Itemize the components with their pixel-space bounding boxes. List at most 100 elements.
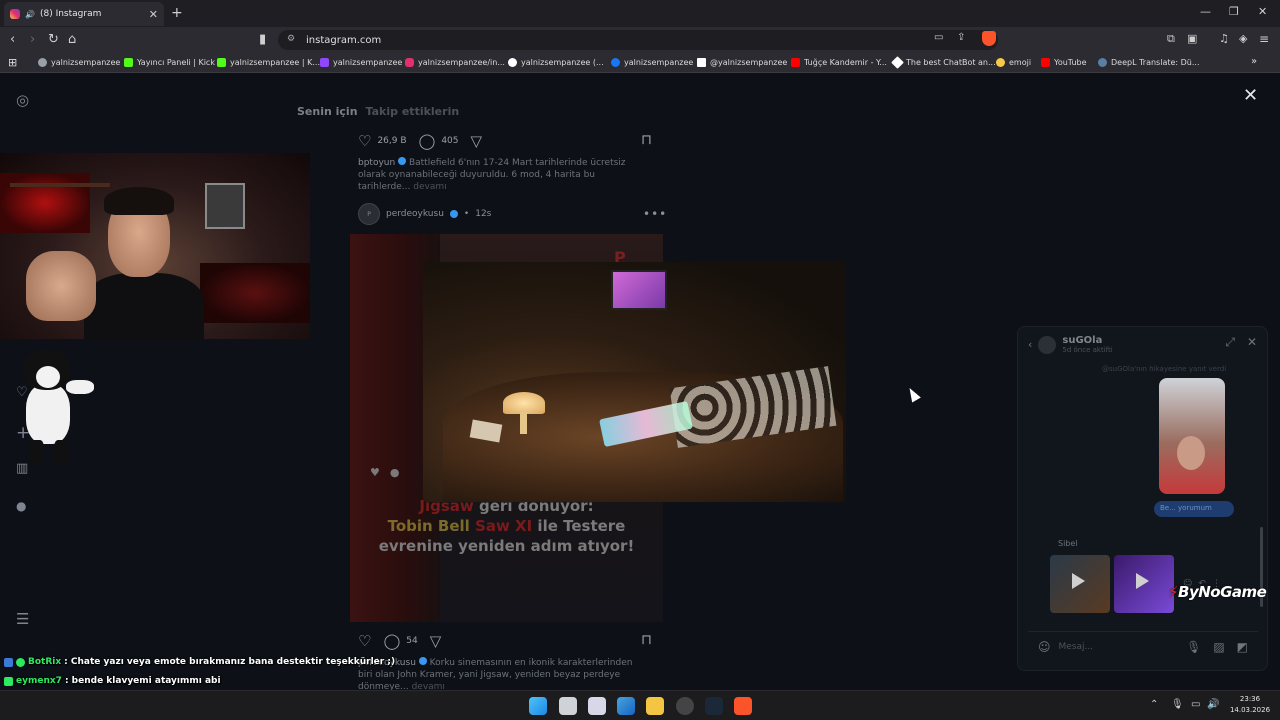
comment-icon[interactable]: ◯ bbox=[419, 132, 436, 150]
home-icon[interactable]: ⌂ bbox=[68, 32, 76, 47]
apps-grid-icon[interactable]: ⊞ bbox=[8, 56, 17, 69]
message-bubble: Be... yorumum bbox=[1154, 501, 1234, 517]
menu-icon[interactable]: ≡ bbox=[1259, 32, 1269, 46]
streamer-body bbox=[84, 273, 204, 339]
vpn-icon[interactable]: ◈ bbox=[1239, 32, 1247, 45]
instagram-page: ◎ ♡ + ▥ ● ☰ Senin için Takip ettiklerin … bbox=[0, 73, 1280, 690]
tab-instagram[interactable]: 🔊 (8) Instagram ✕ bbox=[4, 2, 164, 26]
close-window-icon[interactable]: ✕ bbox=[1258, 5, 1267, 18]
bookmark-item[interactable]: Tuğçe Kandemir - Y... bbox=[791, 58, 887, 67]
chat-username: eymenx7 bbox=[16, 676, 62, 686]
close-tab-icon[interactable]: ✕ bbox=[149, 8, 158, 21]
post-header: P perdeoykusu • 12s bbox=[358, 203, 491, 225]
post-actions: ♡ ◯ 54 ▽ bbox=[358, 632, 441, 650]
expand-icon[interactable]: ⤢ bbox=[1225, 335, 1235, 350]
reload-icon[interactable]: ↻ bbox=[48, 32, 59, 47]
comment-icon[interactable]: ◯ bbox=[383, 632, 400, 650]
post-headline: Jigsaw geri dönüyor: Tobin Bell Saw XI i… bbox=[378, 497, 635, 555]
bookmark-item[interactable]: yalnizsempanzee bbox=[38, 58, 120, 67]
bookmark-item[interactable]: YouTube bbox=[1041, 58, 1087, 67]
bookmark-item[interactable]: yalnizsempanzee/in... bbox=[405, 58, 505, 67]
post-options-icon[interactable]: ••• bbox=[643, 207, 667, 221]
sidebar-toggle-icon[interactable]: ▣ bbox=[1187, 32, 1197, 45]
bookmark-item[interactable]: yalnizsempanzee bbox=[611, 58, 693, 67]
more-link[interactable]: devamı bbox=[413, 182, 446, 192]
obs-icon[interactable] bbox=[676, 697, 694, 715]
more-bookmarks-icon[interactable]: » bbox=[1251, 56, 1257, 67]
network-icon[interactable]: ▭ bbox=[1191, 699, 1200, 710]
dm-status: 5d önce aktifti bbox=[1062, 346, 1113, 354]
brave-shields-icon[interactable] bbox=[982, 31, 996, 46]
sticker-icon[interactable]: ◩ bbox=[1237, 640, 1248, 654]
file-explorer-icon[interactable] bbox=[646, 697, 664, 715]
back-icon[interactable]: ‹ bbox=[10, 32, 15, 47]
share-icon[interactable]: ▽ bbox=[471, 132, 483, 150]
dm-contact-name[interactable]: suGOla bbox=[1062, 335, 1112, 346]
restore-icon[interactable]: ❐ bbox=[1229, 5, 1239, 18]
back-icon[interactable]: ‹ bbox=[1028, 338, 1032, 351]
cast-icon[interactable]: ▭ bbox=[934, 32, 943, 43]
post-username[interactable]: bptoyun bbox=[358, 158, 395, 168]
brave-browser-icon[interactable] bbox=[734, 697, 752, 715]
system-clock[interactable]: 23:36 14.03.2026 bbox=[1226, 694, 1274, 716]
emoji-icon[interactable]: ☺ bbox=[1038, 640, 1051, 654]
profile-icon[interactable]: ● bbox=[16, 499, 26, 513]
tab-for-you[interactable]: Senin için bbox=[297, 105, 358, 118]
bookmark-item[interactable]: yalnizsempanzee | K... bbox=[217, 58, 320, 67]
app-icon[interactable] bbox=[588, 697, 606, 715]
verified-icon bbox=[398, 157, 407, 165]
bookmark-item[interactable]: yalnizsempanzee (... bbox=[508, 58, 604, 67]
shared-reel[interactable] bbox=[1050, 555, 1110, 613]
steam-icon[interactable] bbox=[705, 697, 723, 715]
close-icon[interactable]: ✕ bbox=[1247, 335, 1257, 350]
bookmark-item[interactable]: @yalnizsempanzee bbox=[697, 58, 787, 67]
share-icon[interactable]: ▽ bbox=[430, 632, 442, 650]
video-player[interactable] bbox=[423, 262, 846, 502]
microphone-tray-icon[interactable]: 🎙 bbox=[1171, 699, 1184, 710]
more-link[interactable]: devamı bbox=[412, 682, 445, 690]
tray-chevron-icon[interactable]: ⌃ bbox=[1150, 699, 1158, 710]
microphone-icon[interactable]: 🎙 bbox=[1186, 640, 1201, 654]
bookmark-item[interactable]: DeepL Translate: Dü... bbox=[1098, 58, 1200, 67]
post-username[interactable]: perdeoykusu bbox=[386, 209, 444, 219]
bookmark-item[interactable]: yalnizsempanzee bbox=[320, 58, 402, 67]
tab-following[interactable]: Takip ettiklerin bbox=[366, 105, 460, 118]
bookmark-item[interactable]: Yayıncı Paneli | Kick bbox=[124, 58, 215, 67]
story-thumbnail[interactable] bbox=[1159, 378, 1225, 494]
stream-chat-message: eymenx7 : bende klavyemi atayımmı abi bbox=[4, 676, 221, 686]
instagram-logo-icon[interactable]: ◎ bbox=[16, 91, 29, 109]
minimize-icon[interactable]: — bbox=[1200, 5, 1211, 18]
like-icon[interactable]: ♡ bbox=[358, 632, 371, 650]
volume-icon[interactable]: 🔊 bbox=[1207, 699, 1219, 710]
windows-start-icon[interactable] bbox=[529, 697, 547, 715]
like-icon[interactable]: ♡ bbox=[358, 132, 371, 150]
photos-icon[interactable] bbox=[617, 697, 635, 715]
address-bar[interactable]: ⚙ instagram.com bbox=[278, 30, 998, 50]
bynogame-watermark: ⚡ByNoGame bbox=[1168, 583, 1267, 601]
task-view-icon[interactable] bbox=[559, 697, 577, 715]
bookmark-item[interactable]: emoji bbox=[996, 58, 1031, 67]
shared-reel[interactable] bbox=[1114, 555, 1174, 613]
avatar[interactable] bbox=[1038, 335, 1057, 354]
music-icon[interactable]: ♫ bbox=[1219, 32, 1229, 45]
more-menu-icon[interactable]: ☰ bbox=[16, 610, 29, 628]
address-text: instagram.com bbox=[306, 34, 382, 46]
site-info-icon[interactable]: ⚙ bbox=[287, 34, 295, 44]
share-icon[interactable]: ⇪ bbox=[957, 32, 965, 43]
close-overlay-icon[interactable]: ✕ bbox=[1243, 85, 1258, 106]
instagram-icon bbox=[405, 58, 414, 67]
image-icon[interactable]: ▨ bbox=[1213, 640, 1224, 654]
lamp-stem bbox=[520, 412, 527, 434]
avatar[interactable]: P bbox=[358, 203, 380, 225]
bookmark-page-icon[interactable]: ▮ bbox=[259, 32, 266, 47]
speaker-icon[interactable]: 🔊 bbox=[25, 10, 35, 19]
forward-icon[interactable]: › bbox=[30, 32, 35, 47]
new-tab-button[interactable]: + bbox=[171, 5, 183, 21]
chatbot-icon bbox=[891, 56, 904, 69]
bookmark-item[interactable]: The best ChatBot an... bbox=[891, 56, 996, 69]
extensions-icon[interactable]: ⧉ bbox=[1167, 32, 1175, 46]
message-input[interactable]: ☺ Mesaj... 🎙 ▨ ◩ bbox=[1028, 631, 1258, 661]
save-post-icon[interactable]: ⊓ bbox=[641, 632, 652, 648]
save-post-icon[interactable]: ⊓ bbox=[641, 132, 652, 148]
post-actions: ♡ 26,9 B ◯ 405 ▽ bbox=[358, 132, 482, 150]
